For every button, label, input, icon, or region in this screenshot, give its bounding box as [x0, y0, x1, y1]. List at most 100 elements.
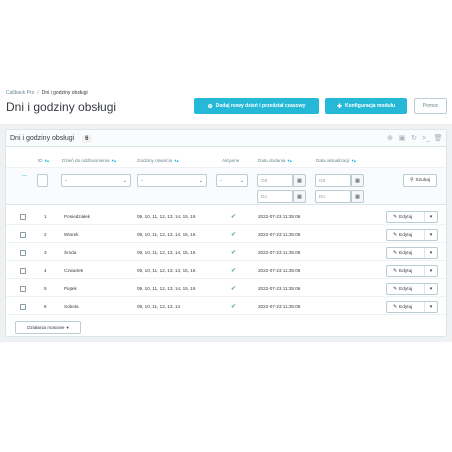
edit-button-main[interactable]: ✎ Edytuj: [387, 302, 425, 312]
edit-button[interactable]: ✎ Edytuj ▾: [386, 247, 438, 259]
sort-icon[interactable]: ▾▴: [351, 158, 356, 163]
caret-down-icon[interactable]: ▾: [425, 250, 437, 256]
chevron-down-icon: ⌄: [198, 177, 203, 184]
check-icon[interactable]: ✔: [231, 249, 236, 256]
caret-down-icon[interactable]: ▾: [425, 214, 437, 220]
check-icon[interactable]: ✔: [231, 267, 236, 274]
filter-date-add-to[interactable]: Do: [257, 190, 293, 203]
calendar-icon[interactable]: ▦: [293, 174, 306, 187]
row-hours: 09, 10, 11, 12, 13, 14: [137, 304, 181, 309]
add-day-button[interactable]: ⊕ Dodaj nowy dzień i przedział czasowy: [194, 98, 319, 114]
column-header-date-add[interactable]: Data dodania ▾▴: [258, 158, 292, 164]
caret-down-icon[interactable]: ▾: [425, 286, 437, 292]
column-header-date-upd[interactable]: Data aktualizacji ▾▴: [316, 158, 356, 164]
edit-button-main[interactable]: ✎ Edytuj: [387, 230, 425, 240]
help-button[interactable]: Pomoc: [414, 98, 447, 114]
card-header: Dni i godziny obsługi 6 ⊕ ▣ ↻ >_ 🗑: [6, 130, 446, 147]
check-icon[interactable]: ✔: [231, 231, 236, 238]
column-header-active: Aktywne: [222, 158, 239, 163]
caret-down-icon[interactable]: ▾: [425, 268, 437, 274]
page: Callback Pro / Dni i godziny obsługi Dni i…: [0, 0, 452, 452]
filter-row: — - ⌄ - ⌄ - ⌄ Od ▦ Do ▦ Od ▦ Do ▦ ⚲ Szukaj: [6, 167, 446, 205]
filter-hours-select[interactable]: - ⌄: [137, 174, 207, 187]
row-hours: 09, 10, 11, 12, 13, 14, 15, 16: [137, 286, 196, 291]
column-header-hours[interactable]: Godziny otwarcia ▾▴: [137, 158, 179, 164]
row-hours: 09, 10, 11, 12, 13, 14, 15, 16: [137, 250, 196, 255]
filter-marker-icon: —: [22, 173, 27, 179]
filter-date-upd-from[interactable]: Od: [315, 174, 351, 187]
add-icon[interactable]: ⊕: [386, 134, 394, 142]
row-date-add: 2022-07-23 11:35:06: [258, 250, 301, 255]
edit-button-label: Edytuj: [399, 232, 413, 238]
edit-button[interactable]: ✎ Edytuj ▾: [386, 283, 438, 295]
pencil-icon: ✎: [393, 268, 398, 274]
row-checkbox[interactable]: [20, 286, 26, 292]
pencil-icon: ✎: [393, 232, 398, 238]
edit-button-main[interactable]: ✎ Edytuj: [387, 248, 425, 258]
row-checkbox[interactable]: [20, 232, 26, 238]
filter-active-select[interactable]: - ⌄: [216, 174, 248, 187]
row-checkbox[interactable]: [20, 250, 26, 256]
edit-button-main[interactable]: ✎ Edytuj: [387, 284, 425, 294]
column-header-date-upd-label: Data aktualizacji: [316, 158, 350, 163]
trash-icon[interactable]: 🗑: [434, 134, 443, 142]
column-header-day[interactable]: Dzień do oddzwonienia ▾▴: [62, 158, 116, 164]
check-icon[interactable]: ✔: [231, 303, 236, 310]
filter-day-select[interactable]: - ⌄: [61, 174, 131, 187]
table-row[interactable]: 1 Poniedziałek 09, 10, 11, 12, 13, 14, 15,…: [6, 209, 446, 225]
filter-date-upd-to-placeholder: Do: [319, 194, 325, 199]
sort-icon[interactable]: ▾▴: [287, 158, 292, 163]
row-day: Czwartek: [64, 268, 84, 273]
check-icon[interactable]: ✔: [231, 285, 236, 292]
edit-button[interactable]: ✎ Edytuj ▾: [386, 211, 438, 223]
row-checkbox[interactable]: [20, 304, 26, 310]
caret-down-icon[interactable]: ▾: [425, 232, 437, 238]
row-id: 4: [44, 268, 47, 273]
table-row[interactable]: 5 Piątek 09, 10, 11, 12, 13, 14, 15, 16 ✔ 20…: [6, 281, 446, 297]
calendar-icon[interactable]: ▦: [351, 174, 364, 187]
edit-button-label: Edytuj: [399, 250, 413, 256]
sort-icon[interactable]: ▾▴: [112, 158, 117, 163]
filter-hours-value: -: [141, 177, 143, 184]
row-day: Poniedziałek: [64, 214, 91, 219]
edit-button-main[interactable]: ✎ Edytuj: [387, 212, 425, 222]
refresh-icon[interactable]: ↻: [410, 134, 418, 142]
edit-button[interactable]: ✎ Edytuj ▾: [386, 229, 438, 241]
filter-date-add-from-placeholder: Od: [261, 178, 268, 183]
filter-day-value: -: [65, 177, 67, 184]
calendar-icon[interactable]: ▦: [293, 190, 306, 203]
search-button-label: Szukaj: [415, 178, 430, 183]
filter-date-upd-to[interactable]: Do: [315, 190, 351, 203]
column-header-id[interactable]: ID ▾▴: [38, 158, 49, 164]
filter-date-add-from[interactable]: Od: [257, 174, 293, 187]
search-icon: ⚲: [410, 178, 414, 183]
row-hours: 09, 10, 11, 12, 13, 14, 15, 16: [137, 268, 196, 273]
edit-button[interactable]: ✎ Edytuj ▾: [386, 301, 438, 313]
column-header-day-label: Dzień do oddzwonienia: [62, 158, 110, 163]
row-checkbox[interactable]: [20, 268, 26, 274]
table-row[interactable]: 2 Wtorek 09, 10, 11, 12, 13, 14, 15, 16 ✔ 20…: [6, 227, 446, 243]
table-row[interactable]: 6 Sobota 09, 10, 11, 12, 13, 14 ✔ 2022-07-23…: [6, 299, 446, 315]
bulk-actions-button[interactable]: Działania masowe ▾: [15, 321, 81, 334]
sort-icon[interactable]: ▾▴: [174, 158, 179, 163]
filter-id-input[interactable]: [37, 174, 48, 187]
calendar-icon[interactable]: ▦: [351, 190, 364, 203]
breadcrumb-parent[interactable]: Callback Pro: [6, 90, 34, 96]
sql-icon[interactable]: >_: [422, 134, 430, 142]
module-config-button[interactable]: ✚ Konfiguracja modułu: [325, 98, 407, 114]
edit-button[interactable]: ✎ Edytuj ▾: [386, 265, 438, 277]
table-row[interactable]: 3 Środa 09, 10, 11, 12, 13, 14, 15, 16 ✔ 202…: [6, 245, 446, 261]
table-row[interactable]: 4 Czwartek 09, 10, 11, 12, 13, 14, 15, 16 ✔…: [6, 263, 446, 279]
row-checkbox[interactable]: [20, 214, 26, 220]
row-day: Piątek: [64, 286, 77, 291]
caret-down-icon[interactable]: ▾: [425, 304, 437, 310]
search-button[interactable]: ⚲ Szukaj: [403, 174, 437, 187]
chevron-down-icon: ⌄: [239, 177, 244, 184]
export-icon[interactable]: ▣: [398, 134, 406, 142]
row-date-add: 2022-07-23 11:35:06: [258, 268, 301, 273]
sort-icon[interactable]: ▾▴: [45, 158, 50, 163]
edit-button-main[interactable]: ✎ Edytuj: [387, 266, 425, 276]
column-header-active-label: Aktywne: [222, 158, 240, 163]
check-icon[interactable]: ✔: [231, 213, 236, 220]
row-date-add: 2022-07-23 11:35:06: [258, 232, 301, 237]
